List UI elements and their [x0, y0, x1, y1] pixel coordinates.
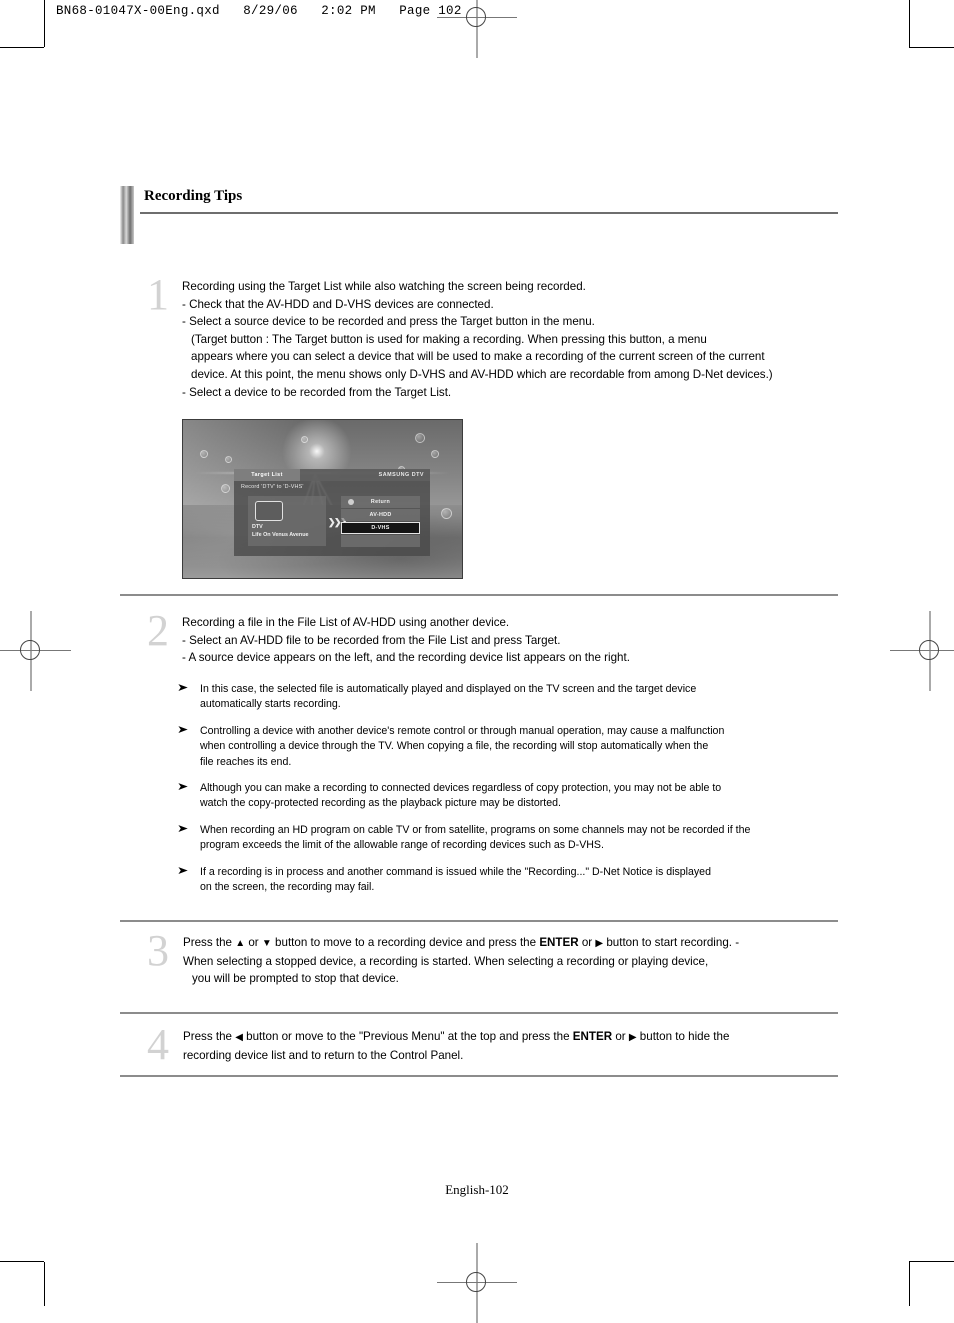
osd-brand-label: SAMSUNG DTV — [378, 472, 424, 478]
osd-recording-device-list: Return AV-HDD D-VHS — [341, 496, 420, 547]
note-item: ➤ Controlling a device with another devi… — [176, 723, 838, 770]
osd-tab-target-list[interactable]: Target List — [234, 469, 300, 481]
step-2-number: 2 — [147, 606, 169, 655]
figure-bubble — [221, 484, 230, 493]
note-item: ➤ In this case, the selected file is aut… — [176, 682, 838, 713]
divider-before-step-4 — [120, 1012, 838, 1014]
note-line: when controlling a device through the TV… — [200, 740, 709, 753]
osd-device-item-d-vhs[interactable]: D-VHS — [341, 522, 420, 534]
step-3-body: Press the ▲ or ▼ button to move to a rec… — [183, 934, 851, 988]
figure-bubble — [200, 450, 208, 458]
osd-device-label: AV-HDD — [369, 512, 392, 518]
step-1-line-2: - Check that the AV-HDD and D-VHS device… — [182, 297, 494, 311]
step-2-line-3: - A source device appears on the left, a… — [182, 651, 630, 665]
figure-bubble — [431, 450, 439, 458]
arrow-down-icon: ▼ — [261, 938, 272, 949]
step-3-line-3: you will be prompted to stop that device… — [192, 972, 399, 986]
note-line: on the screen, the recording may fail. — [200, 881, 375, 894]
note-item: ➤ If a recording is in process and anoth… — [176, 864, 838, 896]
enter-button-label: ENTER — [572, 1030, 613, 1043]
step-3-text-a: Press the — [183, 936, 232, 949]
step-4-text-a: Press the — [183, 1030, 232, 1043]
tv-icon — [255, 501, 283, 521]
osd-device-label: D-VHS — [371, 525, 390, 531]
osd-device-item-return[interactable]: Return — [341, 496, 420, 508]
step-1-line-3: - Select a source device to be recorded … — [182, 315, 595, 329]
step-2-line-2: - Select an AV-HDD file to be recorded f… — [182, 633, 561, 647]
step-3-number: 3 — [147, 926, 169, 975]
page-footer: English-102 — [445, 1182, 509, 1197]
arrow-left-icon: ◀ — [235, 1032, 243, 1043]
step-4-text-d: button to hide the — [639, 1030, 730, 1043]
note-line: If a recording is in process and another… — [200, 865, 711, 878]
step-2-line-1: Recording a file in the File List of AV-… — [182, 616, 510, 629]
enter-button-label: ENTER — [539, 936, 579, 949]
note-item: ➤ When recording an HD program on cable … — [176, 822, 838, 854]
step-4-body: Press the ◀ button or move to the "Previ… — [183, 1028, 851, 1064]
osd-source-device-card[interactable]: DTV Life On Venus Avenue — [248, 496, 326, 546]
step-1-line-1: Recording using the Target List while al… — [182, 280, 586, 293]
step-3-text-e: button to start recording. - — [606, 936, 740, 949]
note-line: file reaches its end. — [200, 755, 292, 768]
tv-screenshot-figure: Target List SAMSUNG DTV Record 'DTV' to … — [182, 419, 463, 579]
page-title: Recording Tips — [144, 188, 243, 204]
arrow-right-icon: ▶ — [595, 938, 604, 949]
note-line: watch the copy-protected recording as th… — [200, 797, 561, 810]
step-4-text-b: button or move to the "Previous Menu" at… — [246, 1030, 570, 1043]
figure-bubble — [441, 508, 452, 519]
figure-bubble — [301, 436, 308, 443]
note-line: In this case, the selected file is autom… — [200, 683, 697, 695]
step-1-line-5: appears where you can select a device th… — [191, 350, 765, 364]
arrow-bullet-icon: ➤ — [176, 682, 189, 694]
arrow-bullet-icon: ➤ — [176, 781, 189, 794]
step-3-text-c: button to move to a recording device and… — [275, 936, 537, 949]
note-line: When recording an HD program on cable TV… — [200, 823, 751, 836]
arrow-bullet-icon: ➤ — [176, 822, 189, 835]
figure-bubble — [225, 456, 232, 463]
step-3-line-2: When selecting a stopped device, a recor… — [183, 954, 709, 968]
note-line: Controlling a device with another device… — [200, 724, 725, 737]
step-1-line-7: - Select a device to be recorded from th… — [182, 385, 452, 399]
note-line: Although you can make a recording to con… — [200, 782, 722, 795]
osd-tab-bar: Target List SAMSUNG DTV — [234, 469, 430, 481]
note-line: automatically starts recording. — [200, 698, 341, 711]
step-3-text-b: or — [248, 936, 259, 949]
osd-record-subtitle: Record 'DTV' to 'D-VHS' — [241, 484, 304, 490]
note-item: ➤ Although you can make a recording to c… — [176, 781, 838, 812]
step-1-body: Recording using the Target List while al… — [182, 278, 847, 401]
step-3-text-d: or — [581, 936, 593, 949]
osd-device-label: Return — [370, 499, 391, 505]
divider-before-step-3 — [120, 920, 838, 922]
step-4-number: 4 — [147, 1020, 169, 1069]
title-accent-bar — [120, 186, 134, 244]
step-1-line-6: device. At this point, the menu shows on… — [191, 367, 773, 381]
step-2-body: Recording a file in the File List of AV-… — [182, 614, 847, 667]
arrow-right-icon: ▶ — [628, 1032, 637, 1043]
figure-bubble — [415, 433, 425, 443]
arrow-bullet-icon: ➤ — [176, 723, 189, 736]
step-1-line-4: (Target button : The Target button is us… — [191, 332, 707, 346]
notes-list: ➤ In this case, the selected file is aut… — [176, 682, 838, 906]
osd-source-device-name: DTV — [252, 524, 263, 530]
divider-after-step-1 — [120, 594, 838, 596]
osd-source-program-title: Life On Venus Avenue — [252, 532, 309, 538]
step-4-line-1: Press the ◀ button or move to the "Previ… — [183, 1028, 851, 1047]
divider-after-step-4 — [120, 1075, 838, 1077]
arrow-bullet-icon: ➤ — [176, 864, 189, 877]
step-1-number: 1 — [147, 270, 169, 319]
step-4-text-c: or — [615, 1030, 626, 1043]
step-3-line-1: Press the ▲ or ▼ button to move to a rec… — [183, 934, 851, 953]
step-4-line-2: recording device list and to return to t… — [183, 1048, 464, 1062]
title-underline-rule — [140, 212, 838, 214]
osd-device-item-empty — [341, 535, 420, 547]
page-content: Recording Tips 1 Recording using the Tar… — [0, 0, 954, 1306]
osd-device-item-av-hdd[interactable]: AV-HDD — [341, 509, 420, 521]
section-title-block: Recording Tips — [120, 186, 838, 246]
arrow-up-icon: ▲ — [235, 938, 246, 949]
osd-target-list-panel: Target List SAMSUNG DTV Record 'DTV' to … — [234, 469, 430, 556]
return-icon — [348, 499, 354, 505]
note-line: program exceeds the limit of the allowab… — [200, 839, 604, 852]
